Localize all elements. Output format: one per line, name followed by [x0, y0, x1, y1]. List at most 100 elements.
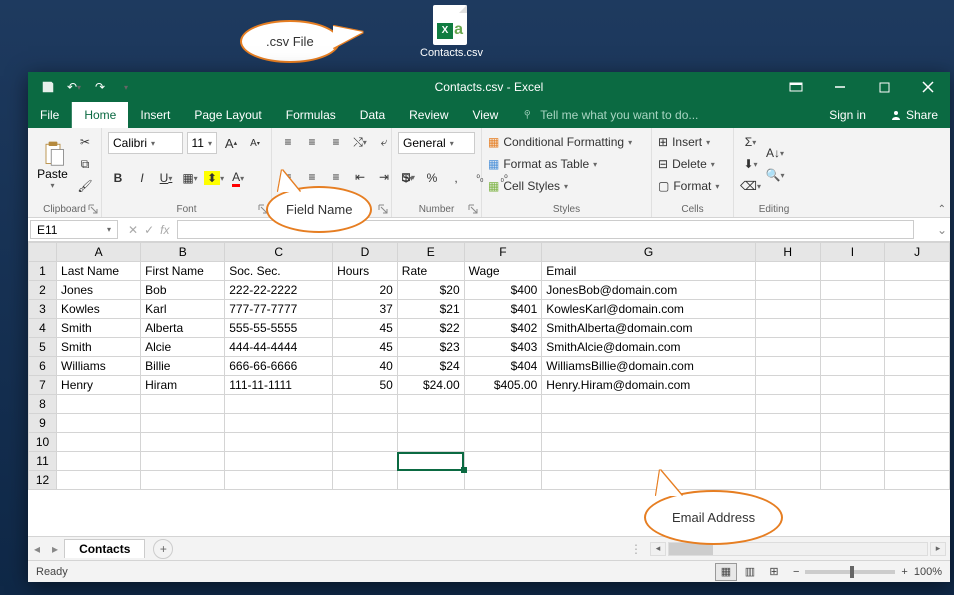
column-header[interactable]: A [57, 243, 141, 262]
cut-button[interactable]: ✂ [75, 132, 95, 152]
cell[interactable] [57, 452, 141, 471]
cell[interactable]: 20 [333, 281, 398, 300]
zoom-in-button[interactable]: + [901, 566, 907, 578]
cell[interactable]: Jones [57, 281, 141, 300]
close-button[interactable] [906, 72, 950, 102]
cell[interactable]: 40 [333, 357, 398, 376]
tell-me-search[interactable]: Tell me what you want to do... [510, 102, 817, 128]
select-all-corner[interactable] [29, 243, 57, 262]
cell[interactable] [333, 452, 398, 471]
cell[interactable] [885, 357, 950, 376]
cell[interactable] [464, 414, 542, 433]
share-button[interactable]: Share [878, 102, 950, 128]
row-header[interactable]: 11 [29, 452, 57, 471]
number-format-selector[interactable]: General▾ [398, 132, 475, 154]
cell[interactable] [225, 433, 333, 452]
cell[interactable] [141, 452, 225, 471]
desktop-file-icon[interactable]: X a Contacts.csv [420, 5, 480, 59]
row-header[interactable]: 6 [29, 357, 57, 376]
tab-data[interactable]: Data [348, 102, 397, 128]
row-header[interactable]: 4 [29, 319, 57, 338]
row-header[interactable]: 7 [29, 376, 57, 395]
cell[interactable] [397, 433, 464, 452]
cell[interactable]: SmithAlcie@domain.com [542, 338, 756, 357]
minimize-button[interactable] [818, 72, 862, 102]
cell[interactable]: $21 [397, 300, 464, 319]
maximize-button[interactable] [862, 72, 906, 102]
tab-formulas[interactable]: Formulas [274, 102, 348, 128]
orientation-button[interactable]: ⤭▾ [350, 132, 370, 152]
cell[interactable] [755, 319, 820, 338]
column-header[interactable]: E [397, 243, 464, 262]
cell[interactable]: 45 [333, 338, 398, 357]
delete-cells-button[interactable]: ⊟Delete▾ [658, 154, 727, 174]
column-header[interactable]: D [333, 243, 398, 262]
cell[interactable] [820, 300, 885, 319]
font-size-selector[interactable]: 11▾ [187, 132, 217, 154]
increase-decimal-button[interactable]: ⁰₀ [470, 168, 490, 188]
cell[interactable]: $22 [397, 319, 464, 338]
cell[interactable] [820, 414, 885, 433]
underline-button[interactable]: U▾ [156, 168, 176, 188]
cell[interactable] [397, 395, 464, 414]
tab-home[interactable]: Home [72, 102, 128, 128]
row-header[interactable]: 5 [29, 338, 57, 357]
cell[interactable]: 45 [333, 319, 398, 338]
conditional-formatting-button[interactable]: ▦Conditional Formatting▾ [488, 132, 648, 152]
decrease-font-button[interactable]: A▾ [245, 133, 265, 153]
zoom-out-button[interactable]: − [793, 566, 799, 578]
normal-view-button[interactable]: ▦ [715, 563, 737, 581]
cell[interactable] [885, 376, 950, 395]
name-box[interactable]: E11▾ [30, 220, 118, 239]
worksheet-grid[interactable]: ABCDEFGHIJ 1Last NameFirst NameSoc. Sec.… [28, 242, 950, 536]
row-header[interactable]: 9 [29, 414, 57, 433]
cell[interactable]: Billie [141, 357, 225, 376]
cell[interactable] [225, 414, 333, 433]
fill-color-button[interactable]: ⬍▾ [204, 168, 224, 188]
column-header[interactable]: I [820, 243, 885, 262]
column-header[interactable]: C [225, 243, 333, 262]
cell[interactable] [820, 357, 885, 376]
cell[interactable]: $401 [464, 300, 542, 319]
expand-formula-bar-button[interactable]: ⌄ [934, 218, 950, 241]
format-cells-button[interactable]: ▢Format▾ [658, 176, 727, 196]
cell[interactable] [542, 414, 756, 433]
cell[interactable] [464, 433, 542, 452]
cell[interactable] [333, 414, 398, 433]
cell[interactable] [464, 395, 542, 414]
cell[interactable] [885, 395, 950, 414]
cell[interactable] [755, 471, 820, 490]
cell[interactable] [333, 395, 398, 414]
cell[interactable] [885, 433, 950, 452]
comma-format-button[interactable]: , [446, 168, 466, 188]
cell[interactable] [885, 262, 950, 281]
cell[interactable] [141, 414, 225, 433]
increase-font-button[interactable]: A▴ [221, 133, 241, 153]
font-name-selector[interactable]: Calibri▾ [108, 132, 183, 154]
page-layout-view-button[interactable]: ▥ [739, 563, 761, 581]
cell[interactable] [542, 471, 756, 490]
cell[interactable] [755, 300, 820, 319]
cell[interactable]: Smith [57, 319, 141, 338]
copy-button[interactable]: ⧉ [75, 154, 95, 174]
zoom-slider[interactable] [805, 570, 895, 574]
cell[interactable]: Rate [397, 262, 464, 281]
cell[interactable]: Soc. Sec. [225, 262, 333, 281]
cell[interactable]: Smith [57, 338, 141, 357]
qat-customize-button[interactable]: ▾ [114, 75, 138, 99]
sort-filter-button[interactable]: A↓▾ [765, 143, 785, 163]
fill-button[interactable]: ⬇▾ [740, 154, 761, 174]
cell[interactable]: 555-55-5555 [225, 319, 333, 338]
cell[interactable]: JonesBob@domain.com [542, 281, 756, 300]
cell[interactable] [464, 452, 542, 471]
autosum-button[interactable]: Σ▾ [740, 132, 761, 152]
cell[interactable] [57, 414, 141, 433]
cell[interactable] [333, 433, 398, 452]
align-middle-button[interactable]: ≡ [302, 132, 322, 152]
cell[interactable] [397, 414, 464, 433]
cell[interactable] [820, 281, 885, 300]
cell[interactable] [755, 376, 820, 395]
cell[interactable] [885, 300, 950, 319]
cell[interactable] [820, 395, 885, 414]
column-header[interactable]: G [542, 243, 756, 262]
